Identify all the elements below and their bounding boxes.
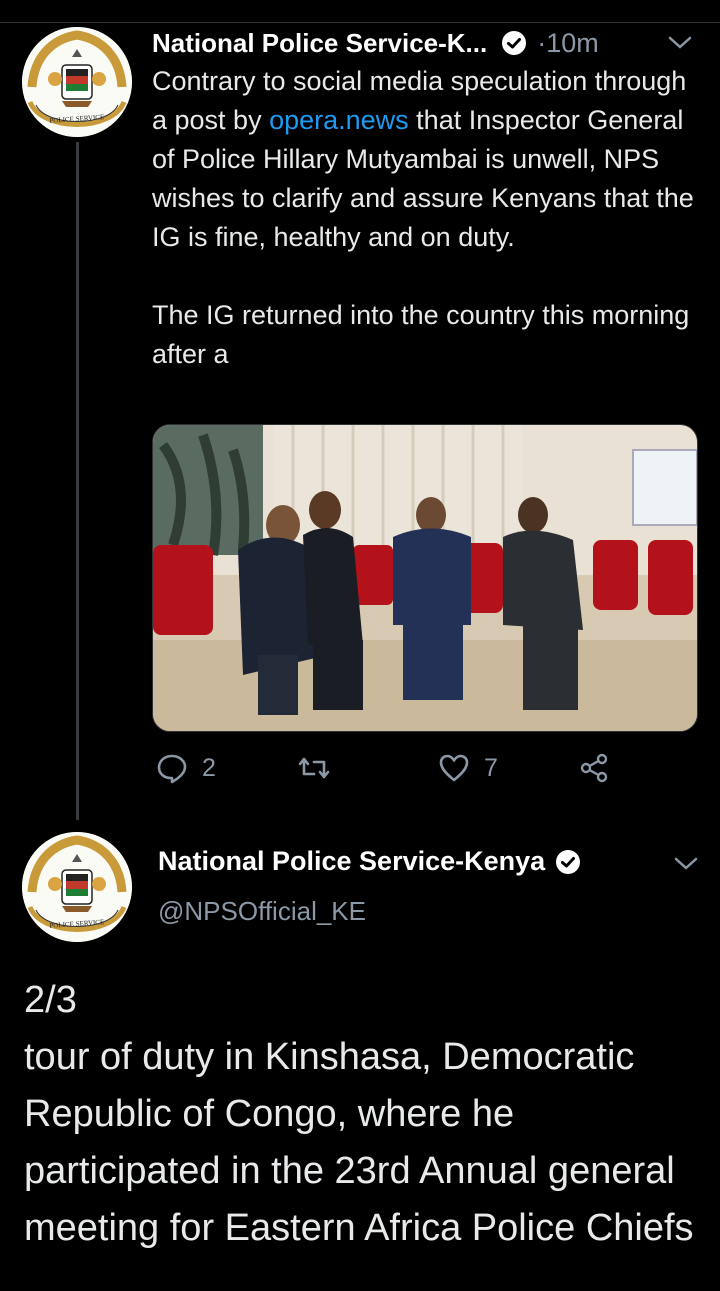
retweet-button[interactable] xyxy=(298,752,344,784)
like-icon xyxy=(439,754,469,782)
tweet2-handle[interactable]: @NPSOfficial_KE xyxy=(158,896,366,927)
author-avatar[interactable]: POLICE SERVICE xyxy=(22,832,132,942)
author-avatar[interactable]: POLICE SERVICE xyxy=(22,27,132,137)
share-icon xyxy=(580,753,608,783)
like-count: 7 xyxy=(484,753,498,782)
tweet1-text: Contrary to social media speculation thr… xyxy=(152,66,694,369)
tweet1-action-bar: 2 7 xyxy=(152,752,622,792)
reply-button[interactable]: 2 xyxy=(156,752,216,784)
tweet1-timestamp: ·10m xyxy=(537,27,599,58)
tweet1-header: National Police Service-K... ·10m xyxy=(152,26,599,60)
reply-count: 2 xyxy=(202,753,216,782)
police-seal-logo: POLICE SERVICE xyxy=(22,27,132,137)
share-button[interactable] xyxy=(578,752,610,784)
tweet2-author-name[interactable]: National Police Service-Kenya xyxy=(158,846,545,877)
verified-badge-icon xyxy=(555,849,581,875)
verified-badge-icon xyxy=(501,30,527,56)
tweet1-author-name[interactable]: National Police Service-K... xyxy=(152,28,487,59)
tweet2-header: National Police Service-Kenya xyxy=(158,846,581,877)
tweet2-text: 2/3 tour of duty in Kinshasa, Democratic… xyxy=(24,979,694,1249)
tweet1-more-chevron-down-icon[interactable] xyxy=(668,36,692,50)
thread-connector-line xyxy=(76,142,79,820)
meeting-photo-image xyxy=(153,425,697,731)
tweet1-photo[interactable] xyxy=(152,424,698,732)
top-divider xyxy=(0,22,720,23)
police-seal-logo: POLICE SERVICE xyxy=(22,832,132,942)
opera-news-link[interactable]: opera.news xyxy=(269,105,409,135)
tweet2-more-chevron-down-icon[interactable] xyxy=(674,857,698,871)
like-button[interactable]: 7 xyxy=(438,752,498,784)
retweet-icon xyxy=(298,757,330,779)
reply-icon xyxy=(157,754,187,784)
